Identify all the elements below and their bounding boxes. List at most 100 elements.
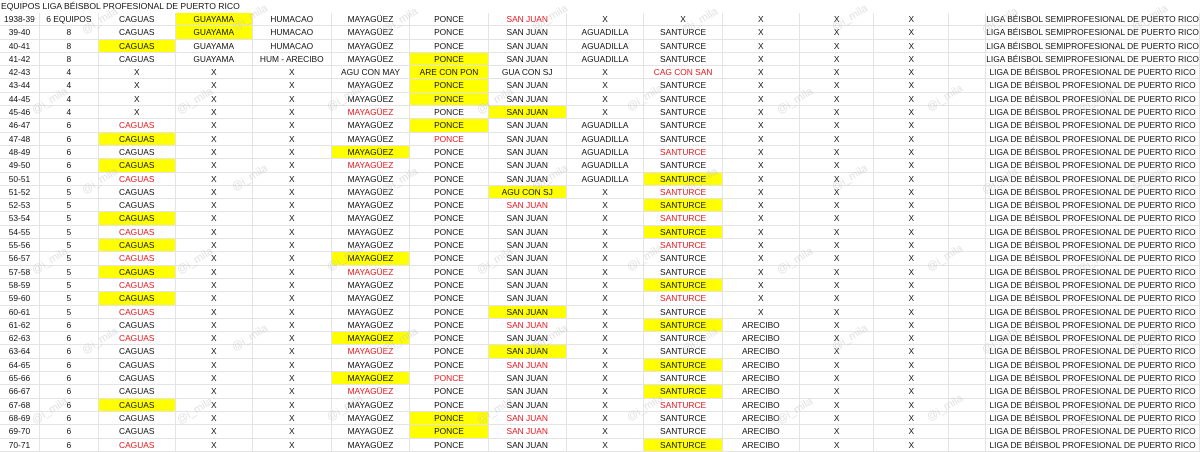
team-cell[interactable]: CAGUAS [98, 384, 176, 399]
team-cell[interactable]: X [873, 225, 950, 240]
league-name-cell[interactable]: LIGA DE BÉISBOL PROFESIONAL DE PUERTO RI… [985, 118, 1200, 133]
league-name-cell[interactable]: LIGA DE BÉISBOL PROFESIONAL DE PUERTO RI… [985, 92, 1200, 107]
team-cell[interactable]: SAN JUAN [488, 305, 567, 319]
team-cell[interactable]: CAGUAS [98, 424, 176, 439]
team-cell[interactable]: X [722, 105, 800, 120]
team-cell[interactable]: X [722, 211, 800, 226]
team-count-cell[interactable]: 5 [39, 265, 99, 279]
team-cell[interactable]: X [175, 438, 253, 452]
team-cell[interactable]: X [722, 13, 800, 27]
team-cell[interactable]: CAG CON SAN [643, 65, 723, 80]
league-name-cell[interactable]: LIGA DE BÉISBOL PROFESIONAL DE PUERTO RI… [985, 398, 1200, 412]
team-cell[interactable]: PONCE [409, 438, 489, 452]
league-name-cell[interactable]: LIGA DE BÉISBOL PROFESIONAL DE PUERTO RI… [985, 251, 1200, 266]
season-cell[interactable]: 69-70 [0, 424, 40, 439]
team-cell[interactable]: CAGUAS [98, 52, 176, 67]
team-cell[interactable]: PONCE [409, 424, 489, 439]
season-cell[interactable]: 57-58 [0, 265, 40, 279]
team-cell[interactable]: GUA CON SJ [488, 65, 567, 80]
team-cell[interactable]: PONCE [409, 411, 489, 426]
season-cell[interactable]: 42-43 [0, 65, 40, 80]
team-cell[interactable]: X [873, 78, 950, 93]
team-cell[interactable]: PONCE [409, 278, 489, 293]
season-cell[interactable]: 52-53 [0, 198, 40, 213]
team-cell[interactable]: SANTURCE [643, 251, 723, 266]
team-cell[interactable] [948, 105, 987, 120]
team-cell[interactable]: X [873, 145, 950, 160]
team-cell[interactable]: ARECIBO [722, 358, 800, 373]
team-cell[interactable]: CAGUAS [98, 132, 176, 146]
team-cell[interactable]: X [252, 438, 332, 452]
team-count-cell[interactable]: 6 [39, 438, 99, 452]
team-cell[interactable]: X [566, 265, 645, 279]
team-cell[interactable]: SANTURCE [643, 438, 723, 452]
team-cell[interactable]: X [799, 318, 875, 333]
team-cell[interactable]: X [175, 92, 253, 107]
league-name-cell[interactable]: LIGA DE BÉISBOL PROFESIONAL DE PUERTO RI… [985, 225, 1200, 240]
team-cell[interactable]: X [252, 238, 332, 253]
team-cell[interactable]: PONCE [409, 39, 489, 53]
team-cell[interactable]: X [799, 158, 875, 173]
team-cell[interactable]: CAGUAS [98, 39, 176, 53]
team-cell[interactable] [948, 251, 987, 266]
team-cell[interactable]: PONCE [409, 238, 489, 253]
team-cell[interactable] [948, 371, 987, 386]
team-cell[interactable]: MAYAGÜEZ [331, 158, 411, 173]
team-cell[interactable]: AGUADILLA [566, 158, 645, 173]
team-cell[interactable]: X [252, 158, 332, 173]
team-cell[interactable]: X [566, 398, 645, 412]
team-cell[interactable]: X [566, 225, 645, 240]
team-cell[interactable]: SANTURCE [643, 78, 723, 93]
team-cell[interactable]: X [722, 251, 800, 266]
team-cell[interactable] [948, 118, 987, 133]
team-cell[interactable]: SAN JUAN [488, 172, 567, 186]
team-cell[interactable] [948, 424, 987, 439]
team-cell[interactable]: PONCE [409, 265, 489, 279]
team-cell[interactable]: ARECIBO [722, 424, 800, 439]
team-cell[interactable]: PONCE [409, 305, 489, 319]
team-cell[interactable]: X [252, 291, 332, 306]
team-cell[interactable]: X [566, 211, 645, 226]
season-cell[interactable]: 60-61 [0, 305, 40, 319]
team-cell[interactable]: SANTURCE [643, 358, 723, 373]
team-cell[interactable]: X [175, 331, 253, 346]
league-name-cell[interactable]: LIGA DE BÉISBOL PROFESIONAL DE PUERTO RI… [985, 265, 1200, 279]
team-count-cell[interactable]: 5 [39, 238, 99, 253]
team-cell[interactable]: X [873, 371, 950, 386]
team-cell[interactable]: X [175, 358, 253, 373]
team-cell[interactable]: X [252, 344, 332, 359]
team-cell[interactable]: MAYAGÜEZ [331, 358, 411, 373]
team-cell[interactable]: MAYAGÜEZ [331, 225, 411, 240]
team-cell[interactable]: PONCE [409, 371, 489, 386]
league-name-cell[interactable]: LIGA DE BÉISBOL PROFESIONAL DE PUERTO RI… [985, 424, 1200, 439]
team-count-cell[interactable]: 6 [39, 331, 99, 346]
team-count-cell[interactable]: 6 [39, 358, 99, 373]
team-cell[interactable]: X [175, 318, 253, 333]
team-cell[interactable]: X [722, 238, 800, 253]
season-cell[interactable]: 44-45 [0, 92, 40, 107]
season-cell[interactable]: 67-68 [0, 398, 40, 412]
team-cell[interactable]: X [175, 344, 253, 359]
team-cell[interactable]: X [175, 371, 253, 386]
team-cell[interactable]: X [873, 318, 950, 333]
team-cell[interactable]: SAN JUAN [488, 118, 567, 133]
team-cell[interactable] [948, 13, 987, 27]
team-cell[interactable]: X [799, 278, 875, 293]
team-cell[interactable]: MAYAGÜEZ [331, 172, 411, 186]
team-cell[interactable]: SANTURCE [643, 371, 723, 386]
team-cell[interactable]: X [566, 344, 645, 359]
league-name-cell[interactable]: LIGA DE BÉISBOL PROFESIONAL DE PUERTO RI… [985, 438, 1200, 452]
team-count-cell[interactable]: 5 [39, 198, 99, 213]
team-cell[interactable]: X [566, 358, 645, 373]
team-cell[interactable]: GUAYAMA [175, 52, 253, 67]
team-cell[interactable]: CAGUAS [98, 371, 176, 386]
team-cell[interactable]: X [566, 278, 645, 293]
team-count-cell[interactable]: 8 [39, 25, 99, 40]
team-cell[interactable]: X [873, 278, 950, 293]
team-cell[interactable]: PONCE [409, 158, 489, 173]
team-count-cell[interactable]: 4 [39, 78, 99, 93]
league-name-cell[interactable]: LIGA DE BÉISBOL PROFESIONAL DE PUERTO RI… [985, 172, 1200, 186]
league-name-cell[interactable]: LIGA DE BÉISBOL PROFESIONAL DE PUERTO RI… [985, 371, 1200, 386]
team-cell[interactable]: X [175, 291, 253, 306]
team-cell[interactable]: AGUADILLA [566, 145, 645, 160]
